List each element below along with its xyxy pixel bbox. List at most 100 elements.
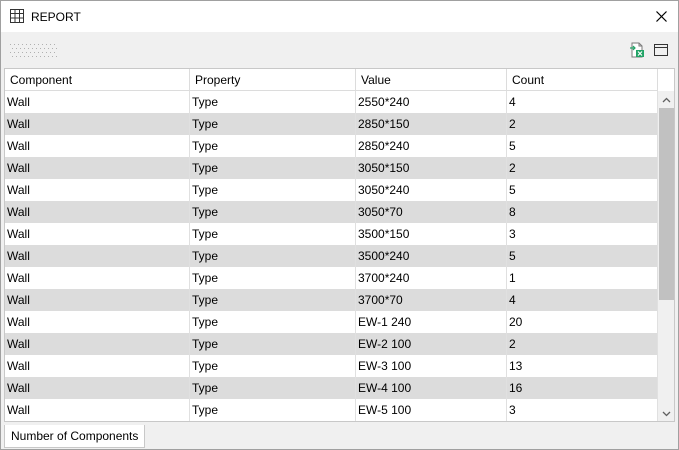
column-header-count[interactable]: Count — [507, 69, 658, 91]
table-row[interactable]: Wall Type EW-5 100 3 — [5, 399, 658, 421]
cell-component: Wall — [5, 223, 190, 245]
table-row[interactable]: Wall Type 2550*240 4 — [5, 91, 658, 113]
table-row[interactable]: Wall Type EW-2 100 2 — [5, 333, 658, 355]
cell-component: Wall — [5, 267, 190, 289]
cell-property: Type — [190, 179, 356, 201]
cell-value: 2550*240 — [356, 91, 507, 113]
cell-value: 2850*150 — [356, 113, 507, 135]
table-row[interactable]: Wall Type 2850*240 5 — [5, 135, 658, 157]
cell-property: Type — [190, 267, 356, 289]
cell-count: 13 — [507, 355, 658, 377]
cell-count: 3 — [507, 223, 658, 245]
cell-value: 3050*150 — [356, 157, 507, 179]
cell-component: Wall — [5, 333, 190, 355]
table-row[interactable]: Wall Type 3050*150 2 — [5, 157, 658, 179]
cell-count: 5 — [507, 179, 658, 201]
cell-count: 1 — [507, 267, 658, 289]
cell-property: Type — [190, 399, 356, 421]
cell-component: Wall — [5, 201, 190, 223]
cell-value: EW-2 100 — [356, 333, 507, 355]
table-row[interactable]: Wall Type 3050*70 8 — [5, 201, 658, 223]
window-layout-icon — [654, 44, 668, 56]
cell-value: 3500*150 — [356, 223, 507, 245]
cell-property: Type — [190, 333, 356, 355]
table-row[interactable]: Wall Type 3500*150 3 — [5, 223, 658, 245]
cell-property: Type — [190, 91, 356, 113]
cell-count: 3 — [507, 399, 658, 421]
cell-count: 20 — [507, 311, 658, 333]
cell-property: Type — [190, 135, 356, 157]
toolbar-grip-icon[interactable] — [10, 43, 58, 57]
cell-component: Wall — [5, 157, 190, 179]
cell-value: 3700*240 — [356, 267, 507, 289]
cell-value: 3700*70 — [356, 289, 507, 311]
column-header-value[interactable]: Value — [356, 69, 507, 91]
table-row[interactable]: Wall Type EW-1 240 20 — [5, 311, 658, 333]
table-icon — [10, 9, 24, 23]
table-row[interactable]: Wall Type EW-3 100 13 — [5, 355, 658, 377]
cell-component: Wall — [5, 355, 190, 377]
cell-property: Type — [190, 157, 356, 179]
table-header: Component Property Value Count — [5, 69, 658, 91]
export-excel-icon — [630, 42, 644, 58]
scroll-down-icon — [662, 411, 671, 416]
column-header-property[interactable]: Property — [190, 69, 356, 91]
report-table: Component Property Value Count Wall Type 2… — [4, 68, 675, 422]
scroll-up-icon — [662, 97, 671, 102]
scrollbar-thumb[interactable] — [659, 108, 674, 300]
table-row[interactable]: Wall Type 3700*70 4 — [5, 289, 658, 311]
title-bar[interactable]: REPORT — [1, 1, 678, 32]
tab-bar: Number of Components — [1, 425, 678, 449]
window-layout-button[interactable] — [653, 42, 669, 58]
report-window: REPORT Component Property Value Count Wa… — [0, 0, 679, 450]
table-body: Wall Type 2550*240 4 Wall Type 2850*150 2 Wall… — [5, 91, 658, 421]
cell-component: Wall — [5, 245, 190, 267]
cell-value: 3050*240 — [356, 179, 507, 201]
table-row[interactable]: Wall Type 3700*240 1 — [5, 267, 658, 289]
toolbar — [1, 32, 678, 68]
cell-count: 5 — [507, 135, 658, 157]
cell-count: 4 — [507, 289, 658, 311]
tab-number-of-components[interactable]: Number of Components — [4, 425, 146, 448]
cell-component: Wall — [5, 289, 190, 311]
cell-count: 16 — [507, 377, 658, 399]
close-icon — [655, 11, 667, 22]
cell-value: 3500*240 — [356, 245, 507, 267]
cell-value: EW-1 240 — [356, 311, 507, 333]
cell-value: 3050*70 — [356, 201, 507, 223]
cell-property: Type — [190, 223, 356, 245]
cell-value: EW-3 100 — [356, 355, 507, 377]
cell-component: Wall — [5, 91, 190, 113]
cell-component: Wall — [5, 135, 190, 157]
close-button[interactable] — [644, 1, 678, 32]
scroll-down-button[interactable] — [658, 405, 674, 421]
cell-value: EW-4 100 — [356, 377, 507, 399]
cell-value: EW-5 100 — [356, 399, 507, 421]
cell-component: Wall — [5, 179, 190, 201]
cell-component: Wall — [5, 311, 190, 333]
cell-property: Type — [190, 113, 356, 135]
cell-count: 2 — [507, 333, 658, 355]
cell-count: 2 — [507, 113, 658, 135]
table-row[interactable]: Wall Type 2850*150 2 — [5, 113, 658, 135]
cell-property: Type — [190, 355, 356, 377]
cell-count: 4 — [507, 91, 658, 113]
cell-property: Type — [190, 311, 356, 333]
scroll-up-button[interactable] — [658, 91, 674, 108]
table-row[interactable]: Wall Type EW-4 100 16 — [5, 377, 658, 399]
cell-property: Type — [190, 201, 356, 223]
cell-property: Type — [190, 289, 356, 311]
window-title: REPORT — [31, 10, 81, 24]
cell-component: Wall — [5, 377, 190, 399]
cell-count: 5 — [507, 245, 658, 267]
vertical-scrollbar[interactable] — [658, 91, 674, 421]
cell-property: Type — [190, 377, 356, 399]
table-row[interactable]: Wall Type 3500*240 5 — [5, 245, 658, 267]
export-excel-button[interactable] — [629, 42, 645, 58]
column-header-component[interactable]: Component — [5, 69, 190, 91]
cell-component: Wall — [5, 113, 190, 135]
cell-property: Type — [190, 245, 356, 267]
cell-value: 2850*240 — [356, 135, 507, 157]
table-row[interactable]: Wall Type 3050*240 5 — [5, 179, 658, 201]
cell-count: 8 — [507, 201, 658, 223]
